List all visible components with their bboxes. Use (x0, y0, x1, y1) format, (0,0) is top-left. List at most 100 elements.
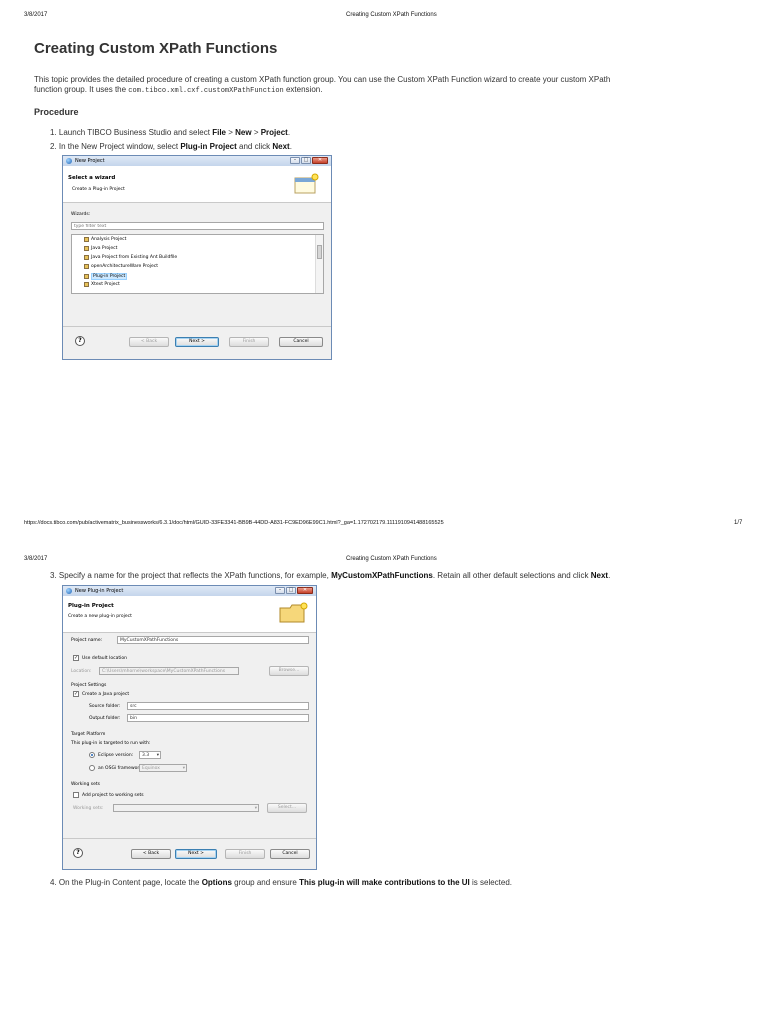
create-java-project-label: Create a Java project (82, 692, 130, 697)
page-title: Creating Custom XPath Functions (34, 40, 278, 57)
source-folder-input[interactable]: src (127, 702, 309, 710)
window-controls: – □ ✕ (290, 157, 328, 164)
page-2-header-date: 3/8/2017 (24, 556, 48, 562)
page-footer-url[interactable]: https://docs.tibco.com/pub/activematrix_… (24, 520, 444, 526)
location-input[interactable]: C:\Users\mhorne\workspace\MyCustomXPathF… (99, 667, 239, 675)
tree-item-label: Java Project (91, 246, 118, 251)
step-4-text-b: group and ensure (234, 878, 297, 887)
banner-title: Select a wizard (68, 175, 116, 181)
location-label: Location: (71, 669, 92, 674)
step-1-sep-a: > (228, 128, 233, 137)
close-icon[interactable]: ✕ (312, 157, 328, 164)
step-1-sep-b: > (253, 128, 259, 137)
step-2-text-a: In the New Project window, select (58, 142, 179, 151)
step-3-next: Next (590, 571, 609, 580)
step-1-text-a: Launch TIBCO Business Studio and select (58, 128, 210, 137)
chevron-down-icon: ▾ (156, 753, 159, 758)
step-1-file: File (212, 128, 226, 137)
step-1-new: New (235, 128, 252, 137)
tree-item[interactable]: Java Project (84, 246, 117, 251)
select-button[interactable]: Select... (267, 803, 307, 813)
use-default-location-label: Use default location (82, 656, 127, 661)
osgi-framework-select[interactable]: Equinox ▾ (139, 764, 187, 772)
browse-button[interactable]: Browse... (269, 666, 309, 676)
dialog-title: New Project (75, 158, 105, 164)
step-1-num: 1. (50, 128, 57, 137)
help-icon[interactable]: ? (73, 848, 83, 858)
tree-item[interactable]: Analysis Project (84, 237, 126, 242)
maximize-icon[interactable]: □ (286, 587, 296, 594)
wizard-banner: Plug-in Project Create a new plug-in pro… (63, 596, 316, 633)
procedure-heading: Procedure (34, 107, 79, 117)
create-java-project-checkbox[interactable]: ✓ (73, 691, 79, 697)
step-2: 2. In the New Project window, select Plu… (50, 142, 292, 152)
osgi-framework-value: Equinox (142, 766, 160, 771)
step-4: 4. On the Plug-in Content page, locate t… (50, 878, 512, 888)
targeted-to-run-label: This plug-in is targeted to run with: (71, 741, 151, 746)
minimize-icon[interactable]: – (290, 157, 300, 164)
osgi-framework-label: an OSGi framework: (98, 766, 144, 771)
intro-line-2-post: extension. (285, 85, 323, 94)
wizards-label: Wizards: (71, 212, 91, 217)
page-header-title: Creating Custom XPath Functions (346, 12, 437, 18)
folder-icon (84, 264, 89, 269)
minimize-icon[interactable]: – (275, 587, 285, 594)
tree-item[interactable]: Java Project from Existing Ant Buildfile (84, 255, 177, 260)
tree-scrollbar[interactable] (315, 235, 323, 293)
tree-item-label: Plug-in Project (91, 273, 128, 280)
eclipse-version-select[interactable]: 3.3 ▾ (139, 751, 161, 759)
step-2-num: 2. (50, 142, 57, 151)
tree-item-label: Analysis Project (91, 237, 127, 242)
page-footer-number: 1/7 (734, 520, 743, 526)
use-default-location-checkbox[interactable]: ✓ (73, 655, 79, 661)
project-settings-heading: Project Settings (71, 683, 107, 688)
dialog-title: New Plug-in Project (75, 588, 124, 594)
back-button[interactable]: < Back (129, 337, 169, 347)
intro-line-1: This topic provides the detailed procedu… (34, 75, 611, 84)
step-1-project: Project (260, 128, 288, 137)
new-plugin-project-dialog: New Plug-in Project – □ ✕ Plug-in Projec… (62, 585, 317, 870)
step-3-text-b: . Retain all other default selections an… (432, 571, 589, 580)
tree-item[interactable]: openArchitectureWare Project (84, 264, 158, 269)
add-to-working-sets-checkbox[interactable] (73, 792, 79, 798)
back-button[interactable]: < Back (131, 849, 171, 859)
eclipse-version-value: 3.3 (142, 753, 150, 758)
dialog-separator (63, 838, 316, 839)
project-name-input[interactable]: MyCustomXPathFunctions (117, 636, 309, 644)
step-2-next: Next (272, 142, 290, 151)
step-4-options: Options (201, 878, 232, 887)
tree-item-selected[interactable]: Plug-in Project (84, 273, 128, 280)
finish-button[interactable]: Finish (225, 849, 265, 859)
next-button[interactable]: Next > (175, 337, 219, 347)
step-1-end: . (287, 128, 291, 137)
eclipse-version-radio[interactable] (89, 752, 95, 758)
wizard-icon (294, 173, 319, 194)
tree-item[interactable]: Xtext Project (84, 282, 120, 287)
plugin-icon (84, 274, 89, 279)
step-4-end: is selected. (472, 878, 513, 887)
help-icon[interactable]: ? (75, 336, 85, 346)
working-sets-select[interactable]: ▾ (113, 804, 259, 812)
chevron-down-icon: ▾ (182, 766, 185, 771)
output-folder-label: Output folder: (89, 716, 121, 721)
cancel-button[interactable]: Cancel (279, 337, 323, 347)
banner-subtitle: Create a new plug-in project (68, 614, 132, 619)
maximize-icon[interactable]: □ (301, 157, 311, 164)
step-3-text-a: Specify a name for the project that refl… (58, 571, 329, 580)
next-button[interactable]: Next > (175, 849, 217, 859)
intro-line-2: function group. It uses the com.tibco.xm… (34, 85, 734, 96)
source-folder-label: Source folder: (89, 704, 121, 709)
banner-title: Plug-in Project (68, 603, 114, 609)
output-folder-input[interactable]: bin (127, 714, 309, 722)
intro-line-2-pre: function group. It uses the (34, 85, 127, 94)
osgi-framework-radio[interactable] (89, 765, 95, 771)
cancel-button[interactable]: Cancel (270, 849, 310, 859)
finish-button[interactable]: Finish (229, 337, 269, 347)
dialog-separator (63, 326, 331, 327)
step-2-plugin-project: Plug-in Project (180, 142, 237, 151)
working-sets-heading: Working sets (71, 782, 101, 787)
filter-input[interactable] (71, 222, 324, 230)
chevron-down-icon: ▾ (254, 806, 257, 811)
close-icon[interactable]: ✕ (297, 587, 313, 594)
scrollbar-thumb[interactable] (317, 245, 322, 259)
